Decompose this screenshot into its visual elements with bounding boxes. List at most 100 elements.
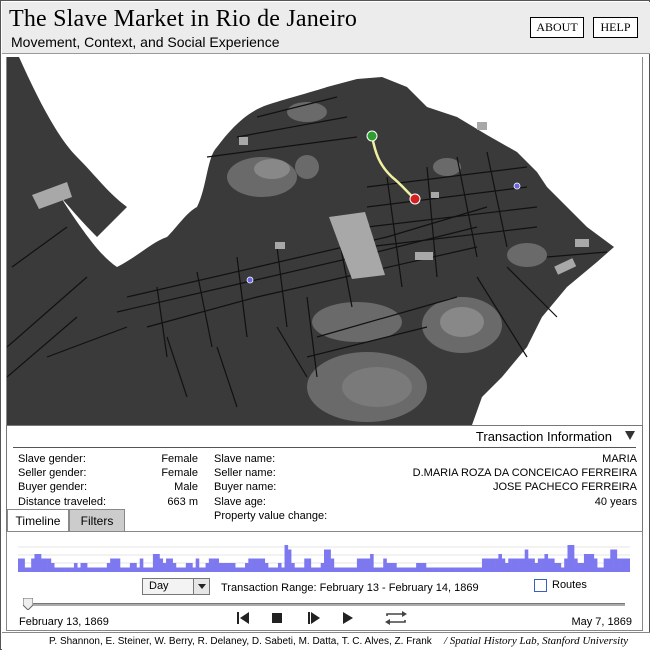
histogram-bar[interactable]	[386, 563, 391, 572]
histogram-bar[interactable]	[409, 567, 414, 573]
histogram-bar[interactable]	[616, 558, 621, 573]
histogram-bar[interactable]	[498, 554, 502, 572]
histogram-bar[interactable]	[83, 563, 88, 572]
histogram-bar[interactable]	[310, 567, 315, 573]
histogram-bar[interactable]	[162, 563, 167, 572]
histogram-bar[interactable]	[570, 545, 575, 572]
histogram-bar[interactable]	[100, 567, 104, 573]
histogram-bar[interactable]	[620, 558, 624, 573]
histogram-bar[interactable]	[426, 567, 430, 573]
histogram-bar[interactable]	[521, 558, 526, 573]
histogram-bar[interactable]	[534, 563, 539, 572]
histogram-bar[interactable]	[370, 554, 374, 572]
histogram-bar[interactable]	[406, 567, 410, 573]
histogram-bar[interactable]	[205, 563, 210, 572]
histogram-bar[interactable]	[185, 563, 190, 572]
help-button[interactable]: HELP	[593, 17, 638, 38]
histogram-bar[interactable]	[195, 558, 200, 573]
histogram-bar[interactable]	[580, 563, 585, 572]
histogram-bar[interactable]	[143, 567, 147, 573]
origin-marker[interactable]	[366, 130, 378, 142]
histogram-bar[interactable]	[73, 563, 78, 572]
loop-icon[interactable]	[381, 609, 411, 627]
histogram-bar[interactable]	[333, 567, 338, 573]
histogram-bar[interactable]	[590, 554, 595, 572]
histogram-bar[interactable]	[189, 563, 193, 572]
histogram-bar[interactable]	[24, 567, 29, 573]
histogram-bar[interactable]	[123, 567, 127, 573]
histogram-bar[interactable]	[419, 563, 424, 572]
histogram-bar[interactable]	[64, 567, 68, 573]
city-map[interactable]	[6, 57, 643, 425]
histogram-bar[interactable]	[225, 563, 229, 572]
histogram-bar[interactable]	[511, 558, 516, 573]
histogram-bar[interactable]	[261, 558, 266, 573]
histogram-bar[interactable]	[544, 554, 549, 572]
histogram-bar[interactable]	[77, 567, 81, 573]
chevron-down-icon[interactable]	[193, 579, 209, 594]
histogram-bar[interactable]	[37, 554, 42, 572]
histogram-bar[interactable]	[475, 567, 479, 573]
histogram-bar[interactable]	[379, 567, 384, 573]
histogram-bar[interactable]	[524, 549, 529, 573]
histogram-bar[interactable]	[495, 558, 499, 573]
transaction-marker[interactable]	[246, 276, 254, 284]
transaction-histogram[interactable]	[18, 535, 630, 577]
histogram-bar[interactable]	[70, 567, 75, 573]
histogram-bar[interactable]	[80, 563, 85, 572]
histogram-bar[interactable]	[383, 558, 387, 573]
histogram-bar[interactable]	[320, 563, 325, 572]
histogram-bar[interactable]	[557, 563, 562, 572]
histogram-bar[interactable]	[399, 567, 404, 573]
histogram-bar[interactable]	[449, 567, 453, 573]
histogram-bar[interactable]	[340, 567, 345, 573]
histogram-bar[interactable]	[281, 567, 285, 573]
histogram-bar[interactable]	[363, 558, 368, 573]
histogram-bar[interactable]	[264, 563, 269, 572]
transaction-marker[interactable]	[513, 182, 521, 190]
histogram-bar[interactable]	[113, 558, 118, 573]
histogram-bar[interactable]	[610, 549, 614, 573]
histogram-bar[interactable]	[551, 558, 555, 573]
histogram-bar[interactable]	[87, 567, 91, 573]
histogram-bar[interactable]	[445, 567, 450, 573]
histogram-bar[interactable]	[110, 558, 114, 573]
histogram-bar[interactable]	[50, 563, 55, 572]
histogram-bar[interactable]	[251, 558, 256, 573]
histogram-bar[interactable]	[462, 567, 466, 573]
histogram-bar[interactable]	[31, 558, 35, 573]
histogram-bar[interactable]	[613, 549, 618, 573]
histogram-bar[interactable]	[508, 558, 512, 573]
histogram-bar[interactable]	[254, 558, 259, 573]
histogram-bar[interactable]	[343, 567, 348, 573]
histogram-bar[interactable]	[149, 567, 154, 573]
histogram-bar[interactable]	[300, 567, 305, 573]
histogram-bar[interactable]	[330, 558, 335, 573]
histogram-bar[interactable]	[129, 563, 134, 572]
histogram-bar[interactable]	[57, 567, 62, 573]
histogram-bar[interactable]	[554, 563, 558, 572]
histogram-bar[interactable]	[422, 563, 427, 572]
histogram-bar[interactable]	[268, 567, 272, 573]
histogram-bar[interactable]	[360, 558, 364, 573]
histogram-bar[interactable]	[93, 567, 98, 573]
histogram-bar[interactable]	[597, 567, 601, 573]
histogram-bar[interactable]	[350, 567, 354, 573]
histogram-bar[interactable]	[287, 549, 292, 573]
routes-checkbox[interactable]	[534, 579, 547, 592]
histogram-bar[interactable]	[159, 558, 164, 573]
histogram-bar[interactable]	[212, 558, 216, 573]
histogram-bar[interactable]	[528, 558, 532, 573]
histogram-bar[interactable]	[182, 567, 187, 573]
histogram-bar[interactable]	[626, 558, 630, 573]
histogram-bar[interactable]	[235, 567, 239, 573]
lab-link[interactable]: / Spatial History Lab, Stanford Universi…	[444, 633, 628, 650]
histogram-bar[interactable]	[304, 558, 308, 573]
histogram-bar[interactable]	[192, 567, 196, 573]
histogram-bar[interactable]	[133, 563, 137, 572]
histogram-bar[interactable]	[504, 563, 509, 572]
collapse-arrow-icon[interactable]	[625, 431, 635, 440]
histogram-bar[interactable]	[245, 563, 249, 572]
histogram-bar[interactable]	[577, 563, 581, 572]
histogram-bar[interactable]	[60, 567, 65, 573]
